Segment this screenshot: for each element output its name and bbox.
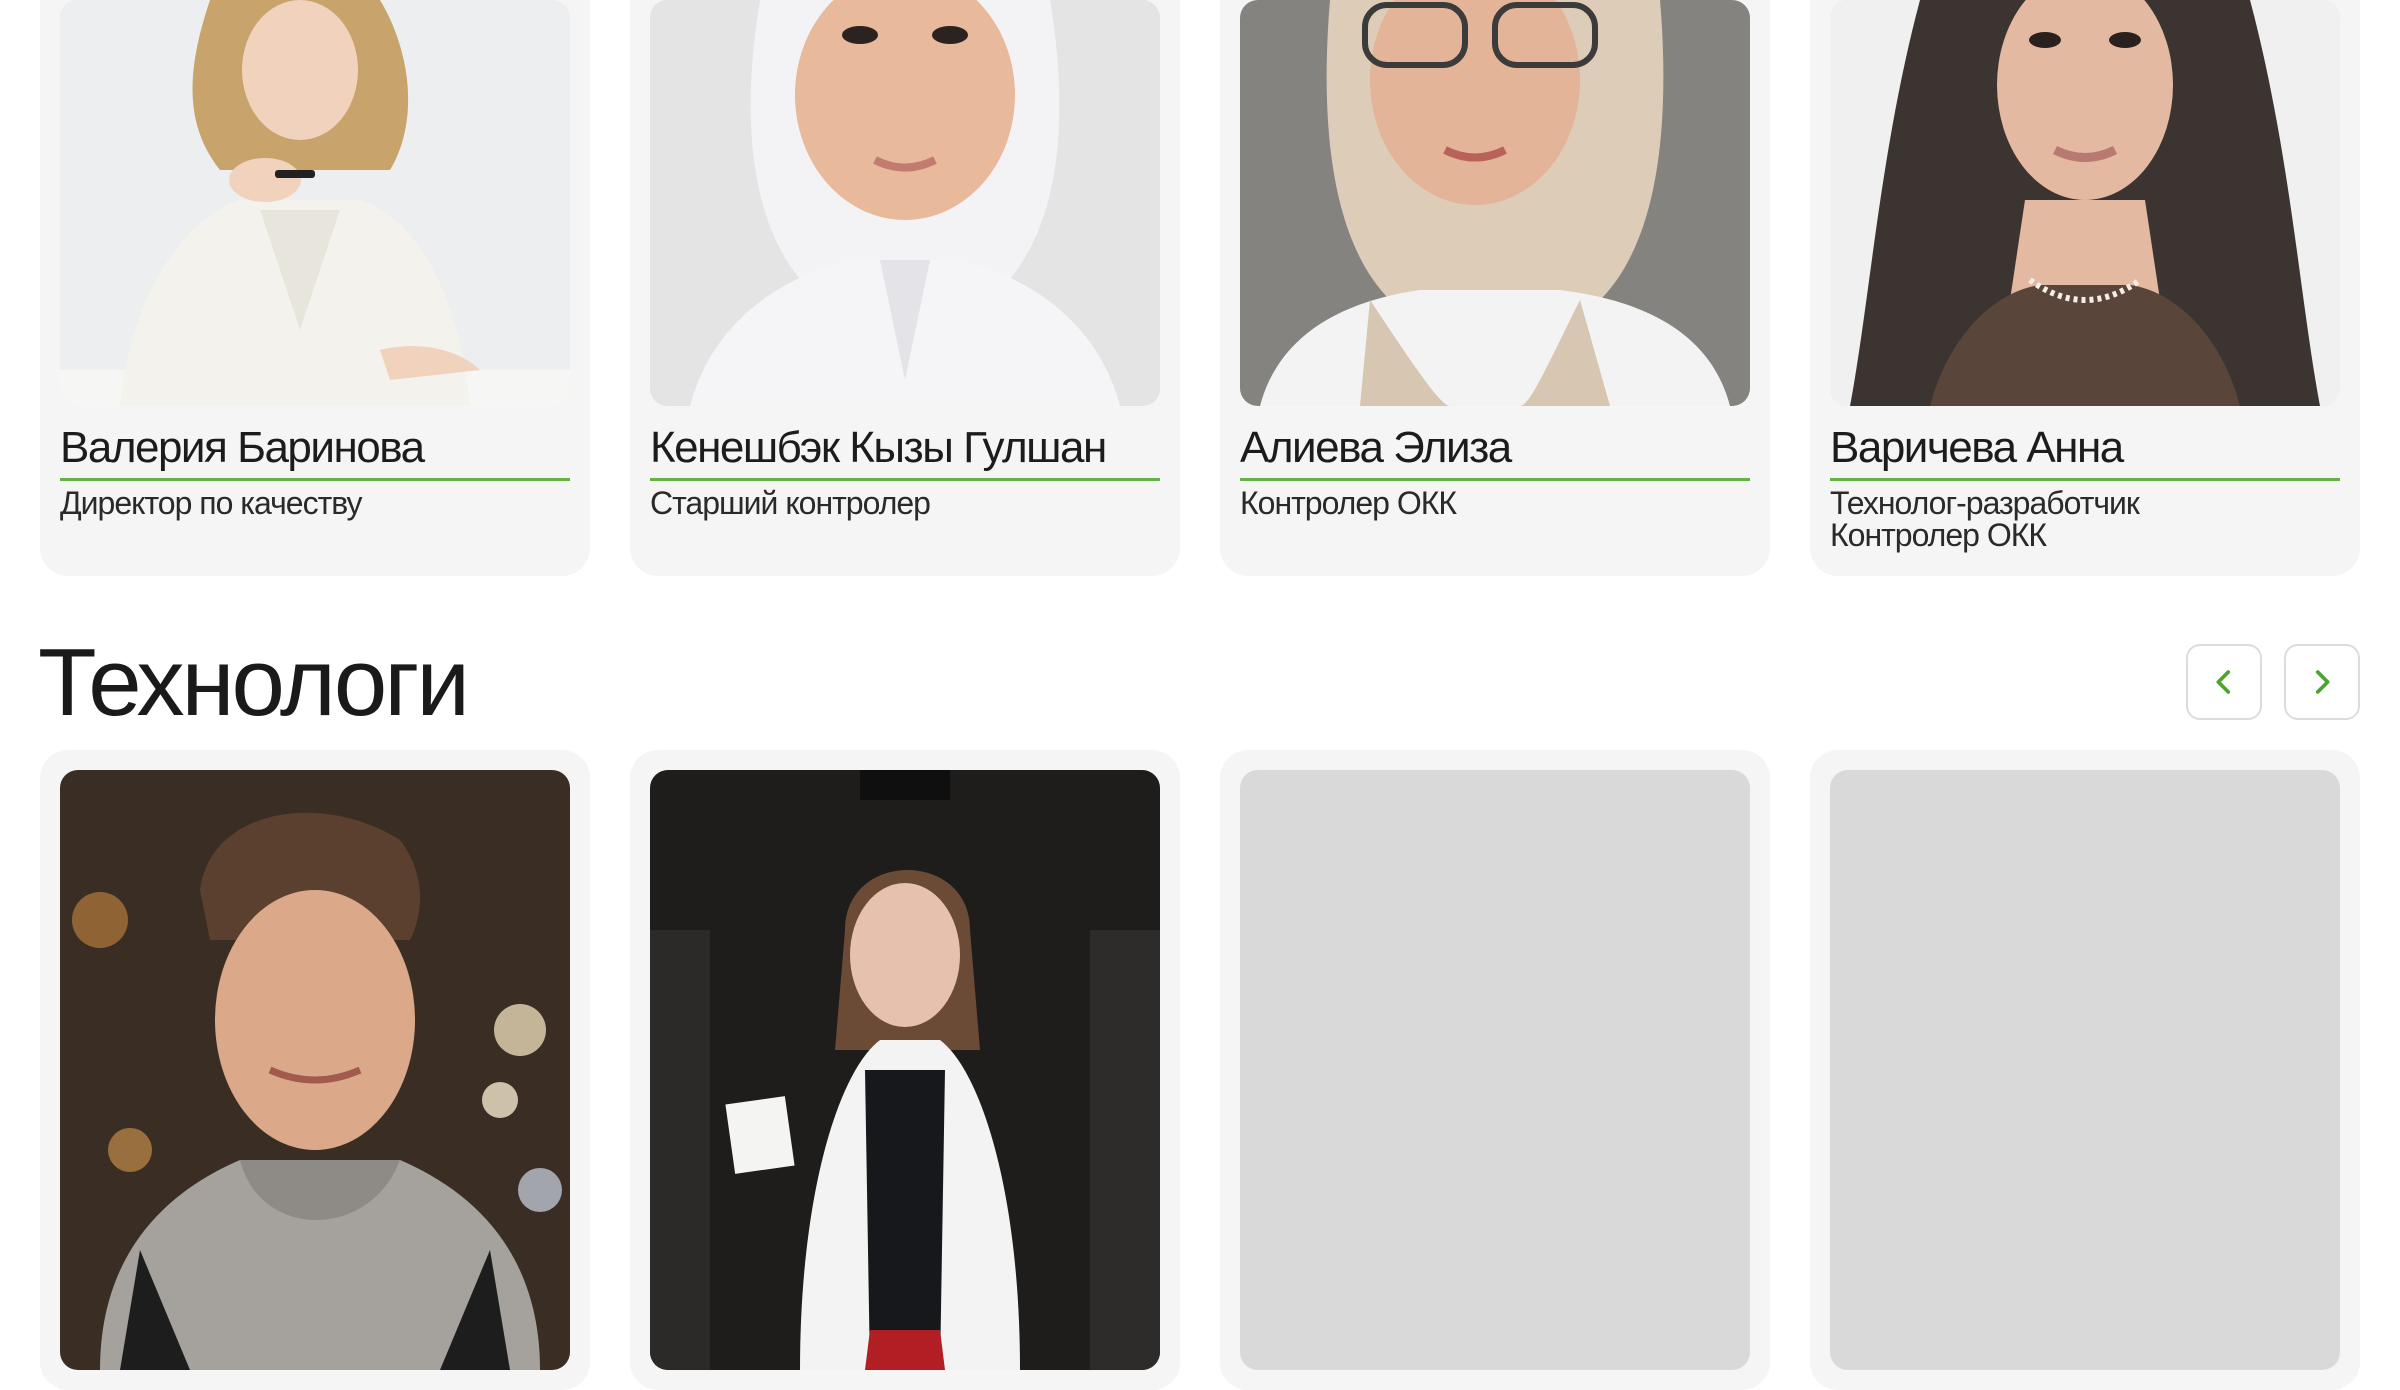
person-role: Контролер ОКК: [1240, 487, 1750, 519]
person-role: Директор по качеству: [60, 487, 570, 519]
technologist-card: [40, 750, 590, 1390]
carousel-next-button[interactable]: [2284, 644, 2360, 720]
person-photo: [650, 770, 1160, 1370]
team-card: Кенешбэк Кызы Гулшан Старший контролер: [630, 0, 1180, 576]
section-title: Технологи: [38, 629, 470, 736]
person-photo: [60, 0, 570, 406]
photo-placeholder: [1830, 770, 2340, 1370]
person-name: Алиева Элиза: [1240, 422, 1750, 481]
technologists-carousel: [40, 750, 2360, 1390]
photo-placeholder: [1240, 770, 1750, 1370]
chevron-right-icon: [2315, 670, 2330, 694]
role-line: Директор по качеству: [60, 485, 363, 521]
team-card: Варичева Анна Технолог-разработчик Контр…: [1810, 0, 2360, 576]
role-line: Контролер ОКК: [1830, 517, 2047, 553]
team-card: Алиева Элиза Контролер ОКК: [1220, 0, 1770, 576]
role-line: Технолог-разработчик: [1830, 485, 2140, 521]
technologist-card: [1810, 750, 2360, 1390]
person-photo: [1240, 0, 1750, 406]
person-photo: [650, 0, 1160, 406]
technologist-card: [1220, 750, 1770, 1390]
technologist-card: [630, 750, 1180, 1390]
role-line: Контролер ОКК: [1240, 485, 1457, 521]
person-name: Валерия Баринова: [60, 422, 570, 481]
quality-team-row: Валерия Баринова Директор по качеству Ке…: [40, 0, 2360, 576]
role-line: Старший контролер: [650, 485, 931, 521]
person-role: Технолог-разработчик Контролер ОКК: [1830, 487, 2340, 551]
person-name: Варичева Анна: [1830, 422, 2340, 481]
person-photo: [60, 770, 570, 1370]
carousel-prev-button[interactable]: [2186, 644, 2262, 720]
person-photo: [1830, 0, 2340, 406]
person-name: Кенешбэк Кызы Гулшан: [650, 422, 1160, 481]
chevron-left-icon: [2216, 670, 2231, 694]
person-role: Старший контролер: [650, 487, 1160, 519]
team-card: Валерия Баринова Директор по качеству: [40, 0, 590, 576]
